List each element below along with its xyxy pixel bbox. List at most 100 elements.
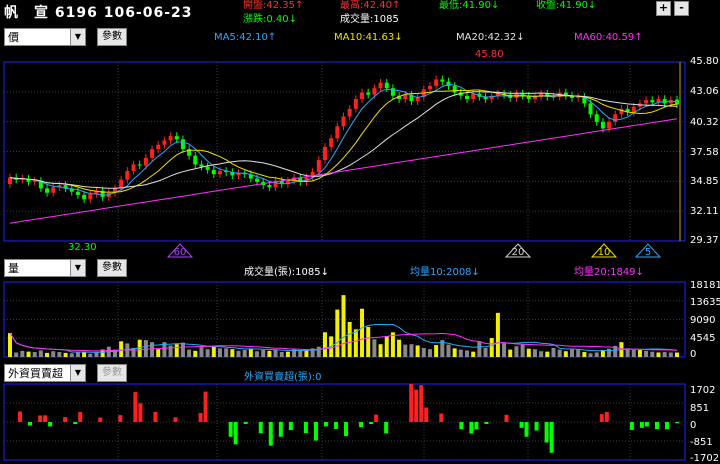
volume-bar [403, 344, 408, 357]
foreign-bar [243, 422, 248, 425]
volume-bar [168, 345, 173, 357]
volume-bar [63, 352, 68, 357]
volume-bar [495, 312, 500, 357]
volume-bar [483, 347, 488, 357]
foreign-param-button[interactable]: 參數 [97, 364, 127, 382]
volume-bar [242, 349, 247, 357]
ma20-line [9, 91, 678, 189]
volume-bar [378, 344, 383, 357]
foreign-indicator-select[interactable]: 外資買賣超 ▼ [4, 364, 86, 382]
volume-bar [668, 352, 673, 357]
volume-bar [255, 351, 260, 357]
foreign-bar [675, 422, 679, 424]
volume-bar [409, 344, 414, 357]
volume-bar [637, 349, 642, 357]
volume-bar [353, 329, 358, 357]
volume-bar [458, 349, 463, 357]
foreign-bar [639, 422, 644, 428]
volume-indicator-select[interactable]: 量 ▼ [4, 259, 86, 277]
candle-body [88, 193, 93, 200]
foreign-bar [28, 422, 33, 426]
volume-bar [217, 348, 222, 357]
volume-bar [520, 344, 525, 357]
candle-body [532, 96, 537, 100]
foreign-tick-2: 0 [690, 420, 697, 431]
candle-body [353, 99, 358, 109]
volume-bar [545, 351, 550, 357]
volume-bar [174, 344, 179, 357]
candle-body [465, 95, 470, 100]
foreign-bar [73, 422, 78, 425]
volume-bar [397, 339, 402, 357]
candle-body [8, 177, 12, 185]
foreign-bar [268, 422, 273, 446]
foreign-bar [419, 385, 424, 422]
candle-body [267, 185, 272, 188]
chevron-down-icon: ▼ [70, 365, 85, 381]
volume-tick-2: 9090 [690, 315, 716, 326]
foreign-bar [63, 417, 68, 422]
foreign-bar [48, 422, 53, 427]
volume-ma20-label: 均量20:1849↓ [574, 267, 644, 278]
volume-bar [298, 350, 303, 357]
foreign-bar [228, 422, 233, 437]
candle-body [378, 82, 383, 89]
candle-body [193, 155, 198, 165]
volume-bar [273, 349, 278, 357]
candle-body [384, 82, 389, 89]
candle-body [137, 164, 142, 166]
volume-bar [248, 349, 253, 357]
foreign-bar [333, 422, 338, 429]
foreign-bar [133, 392, 138, 422]
candle-body [594, 114, 599, 122]
candle-body [45, 188, 50, 193]
volume-bar [656, 352, 661, 357]
volume-bar [563, 351, 568, 357]
candle-body [360, 92, 365, 100]
foreign-bar [414, 389, 419, 422]
foreign-bar [604, 411, 609, 422]
volume-bar [236, 350, 241, 357]
volume-bar [662, 352, 667, 357]
volume-bar [366, 326, 371, 357]
foreign-bar [369, 422, 374, 425]
price-chart[interactable]: 60 20 10 5 [0, 0, 720, 461]
foreign-bar [549, 422, 554, 453]
volume-bar [360, 308, 365, 357]
foreign-bar [629, 422, 634, 431]
volume-bar [335, 309, 340, 357]
candle-body [217, 170, 222, 175]
foreign-bar [524, 422, 529, 437]
foreign-bar [484, 422, 489, 425]
volume-bar [57, 352, 62, 357]
volume-bar [316, 346, 321, 357]
foreign-bar [424, 407, 429, 422]
volume-bar [88, 353, 93, 357]
foreign-select-value: 外資買賣超 [8, 367, 63, 380]
volume-tick-3: 4545 [690, 333, 716, 344]
volume-param-button[interactable]: 參數 [97, 259, 127, 277]
candle-body [119, 179, 124, 189]
volume-bar [372, 339, 377, 357]
ma-period-marker-label: 10 [598, 247, 611, 258]
candle-body [143, 157, 148, 166]
foreign-bar [654, 422, 659, 430]
candle-body [211, 169, 216, 175]
volume-bar [415, 345, 420, 357]
high-price-label: 45.80 [475, 49, 504, 60]
volume-bar [230, 349, 235, 357]
foreign-bar [18, 411, 23, 422]
volume-bar [38, 350, 43, 357]
volume-bar [26, 351, 31, 357]
candle-body [174, 136, 179, 140]
volume-bar [341, 295, 346, 357]
foreign-bar [664, 422, 669, 430]
volume-bar [514, 346, 519, 357]
volume-tick-4: 0 [690, 349, 697, 360]
candle-body [322, 146, 327, 161]
foreign-bar [138, 403, 143, 422]
candle-body [32, 180, 37, 182]
foreign-bar [38, 415, 43, 422]
volume-bar [594, 352, 599, 357]
candle-body [607, 121, 612, 129]
